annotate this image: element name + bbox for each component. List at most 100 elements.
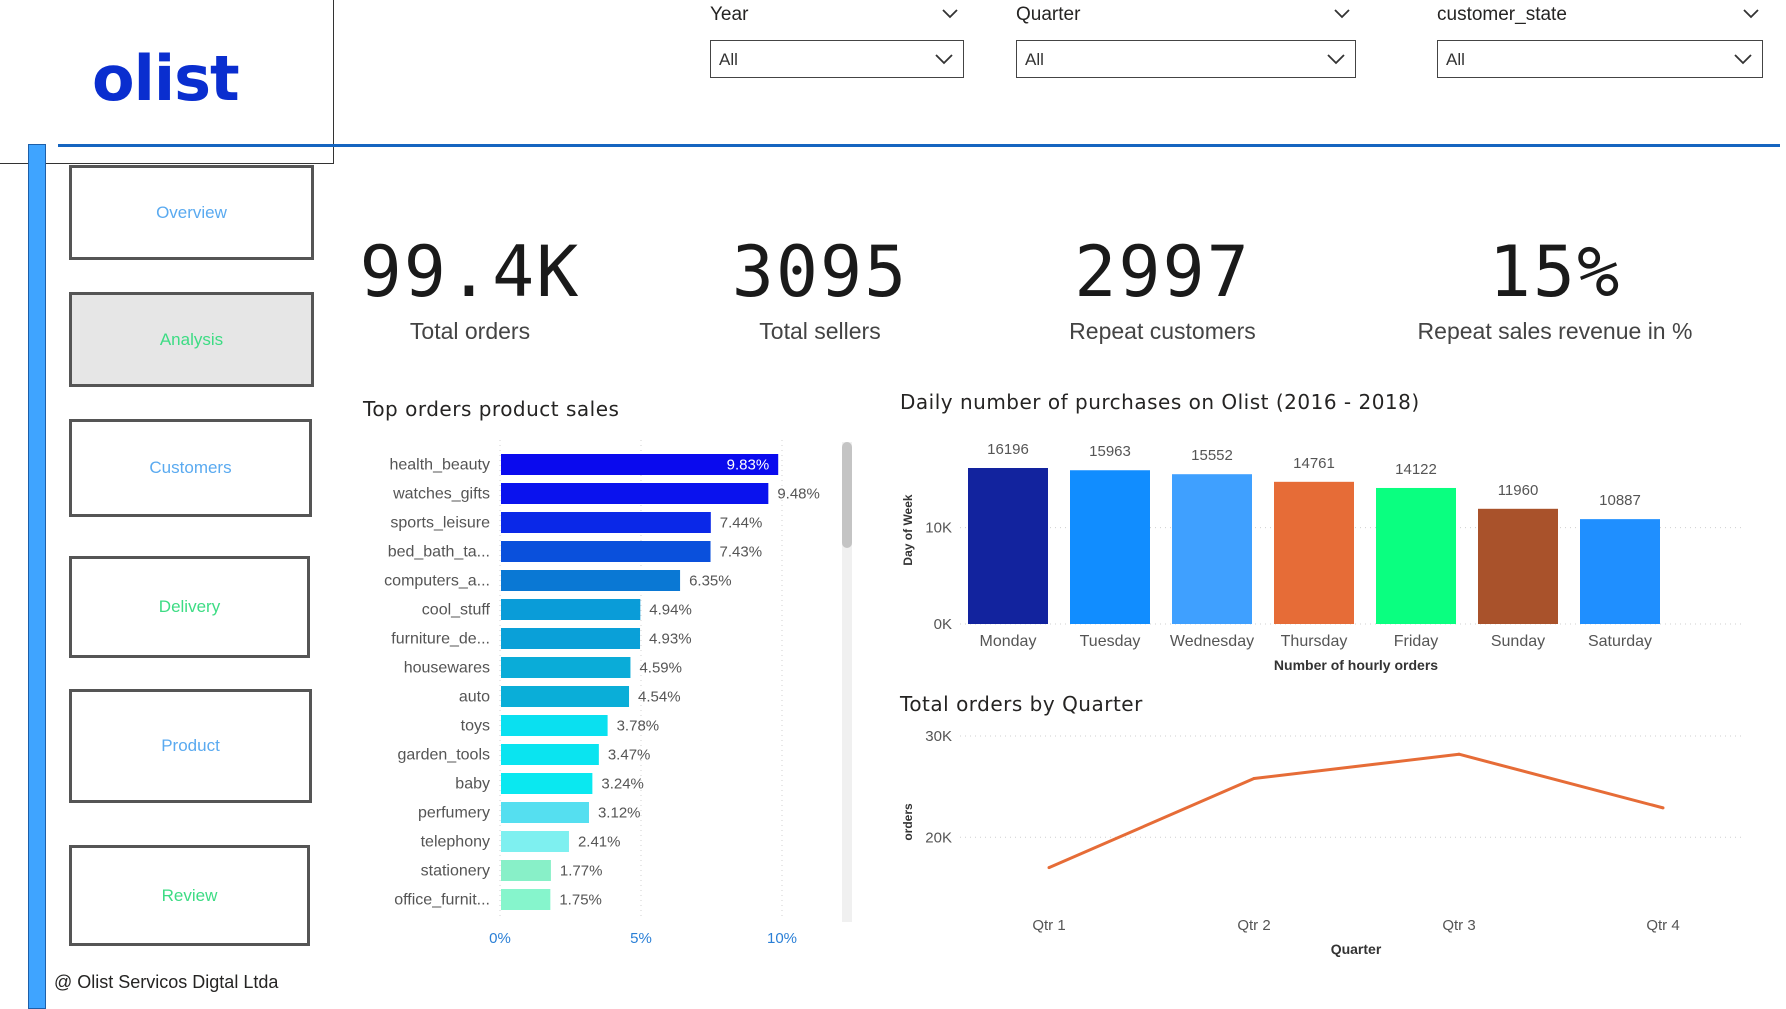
data-label: 14122 <box>1395 461 1437 478</box>
category-label: auto <box>459 689 490 706</box>
data-label: 3.24% <box>601 776 644 793</box>
data-label: 3.12% <box>598 805 641 822</box>
data-label: 9.83% <box>727 457 770 474</box>
bar <box>1376 487 1456 624</box>
chart-scrollbar[interactable] <box>842 442 852 922</box>
category-label: health_beauty <box>389 457 490 474</box>
year-dropdown[interactable]: All <box>710 40 964 78</box>
kpi-repeat-customers: 2997 Repeat customers <box>1040 232 1285 345</box>
nav-accent-bar <box>28 144 46 1009</box>
nav-button-product[interactable]: Product <box>69 689 312 803</box>
data-point <box>1252 777 1256 781</box>
bar <box>501 831 569 852</box>
nav-button-analysis[interactable]: Analysis <box>69 292 314 387</box>
year-dropdown-value: All <box>719 50 738 69</box>
chevron-down-icon[interactable] <box>1741 4 1761 24</box>
bar <box>501 773 593 794</box>
nav-button-review[interactable]: Review <box>69 845 310 946</box>
x-tick-label: Friday <box>1394 633 1438 650</box>
bar <box>1070 470 1150 624</box>
kpi-value: 3095 <box>731 231 909 313</box>
x-tick-label: Wednesday <box>1170 633 1254 650</box>
y-axis-label: Day of Week <box>901 494 915 565</box>
chevron-down-icon[interactable] <box>940 4 960 24</box>
x-tick-label: Saturday <box>1588 633 1652 650</box>
bar <box>501 628 641 649</box>
year-filter[interactable]: Year All <box>710 4 964 84</box>
year-filter-title: Year <box>710 4 749 25</box>
bar <box>501 715 608 736</box>
nav-button-label: Overview <box>156 202 227 222</box>
category-label: bed_bath_ta... <box>388 544 490 561</box>
chart-scrollbar-thumb[interactable] <box>842 442 852 548</box>
nav-button-customers[interactable]: Customers <box>69 419 312 517</box>
category-label: perfumery <box>418 805 490 822</box>
x-tick-label: Monday <box>980 633 1037 650</box>
quarter-dropdown[interactable]: All <box>1016 40 1356 78</box>
olist-logo: olist <box>92 42 240 115</box>
nav-button-label: Delivery <box>158 597 221 616</box>
kpi-label: Total sellers <box>759 318 881 344</box>
footer-copyright: @ Olist Servicos Digtal Ltda <box>54 972 279 992</box>
x-tick-label: Thursday <box>1281 633 1348 650</box>
chevron-down-icon[interactable] <box>1332 4 1352 24</box>
category-label: cool_stuff <box>422 602 491 619</box>
kpi-label: Repeat customers <box>1069 318 1256 344</box>
y-tick-label: 10K <box>925 520 952 537</box>
category-label: office_furnit... <box>394 892 490 909</box>
x-tick-label: 5% <box>630 930 652 947</box>
chevron-down-icon <box>1327 54 1345 65</box>
bar <box>501 686 630 707</box>
data-label: 11960 <box>1498 482 1539 499</box>
x-tick-label: 10% <box>767 930 797 947</box>
y-tick-label: 20K <box>925 829 952 846</box>
bar <box>1478 508 1558 624</box>
data-label: 15963 <box>1089 443 1131 460</box>
nav-button-delivery[interactable]: Delivery <box>69 556 310 658</box>
data-label: 3.78% <box>617 718 660 735</box>
y-tick-label: 30K <box>925 728 952 745</box>
x-tick-label: Qtr 4 <box>1646 917 1679 934</box>
category-label: toys <box>461 718 490 735</box>
kpi-repeat-sales-revenue: 15% Repeat sales revenue in % <box>1400 232 1710 345</box>
kpi-total-orders: 99.4K Total orders <box>340 232 600 345</box>
data-label: 16196 <box>987 441 1029 458</box>
data-label: 4.94% <box>649 602 692 619</box>
nav-button-label: Customers <box>149 458 232 477</box>
y-tick-label: 0K <box>934 616 952 633</box>
data-label: 3.47% <box>608 747 651 764</box>
bar <box>968 468 1048 624</box>
data-label: 7.44% <box>720 515 763 532</box>
data-label: 4.54% <box>638 689 681 706</box>
top-products-chart-title: Top orders product sales <box>363 397 620 421</box>
bar <box>501 889 551 910</box>
customer-state-filter[interactable]: customer_state All <box>1437 4 1763 84</box>
bar <box>501 802 589 823</box>
kpi-value: 99.4K <box>359 231 581 313</box>
bar <box>501 541 711 562</box>
data-label: 2.41% <box>578 834 621 851</box>
kpi-total-sellers: 3095 Total sellers <box>690 232 950 345</box>
x-tick-label: Tuesday <box>1080 633 1141 650</box>
nav-button-overview[interactable]: Overview <box>69 165 314 260</box>
category-label: telephony <box>421 834 490 851</box>
kpi-label: Repeat sales revenue in % <box>1417 318 1693 344</box>
data-label: 6.35% <box>689 573 732 590</box>
logo-container: olist <box>0 0 334 164</box>
x-tick-label: Qtr 2 <box>1237 917 1270 934</box>
category-label: computers_a... <box>384 573 490 590</box>
top-products-bar-chart: health_beauty 9.83% watches_gifts 9.48% spor… <box>384 440 820 947</box>
data-point <box>1661 806 1665 810</box>
data-label: 1.77% <box>560 863 603 880</box>
bar <box>501 657 631 678</box>
x-tick-label: 0% <box>489 930 511 947</box>
data-label: 10887 <box>1599 492 1641 509</box>
daily-purchases-column-chart: 0K 10K Day of Week 16196 Monday 15963 Tuesday 1… <box>901 441 1745 673</box>
data-label: 14761 <box>1293 455 1335 472</box>
quarter-dropdown-value: All <box>1025 50 1044 69</box>
bar <box>1172 474 1252 624</box>
quarter-orders-line-chart: 20K 30K orders Qtr 1 Qtr 2 Qtr 3 Qtr 4 Quarter <box>901 728 1745 957</box>
customer-state-dropdown[interactable]: All <box>1437 40 1763 78</box>
data-label: 9.48% <box>777 486 820 503</box>
quarter-filter[interactable]: Quarter All <box>1016 4 1356 84</box>
